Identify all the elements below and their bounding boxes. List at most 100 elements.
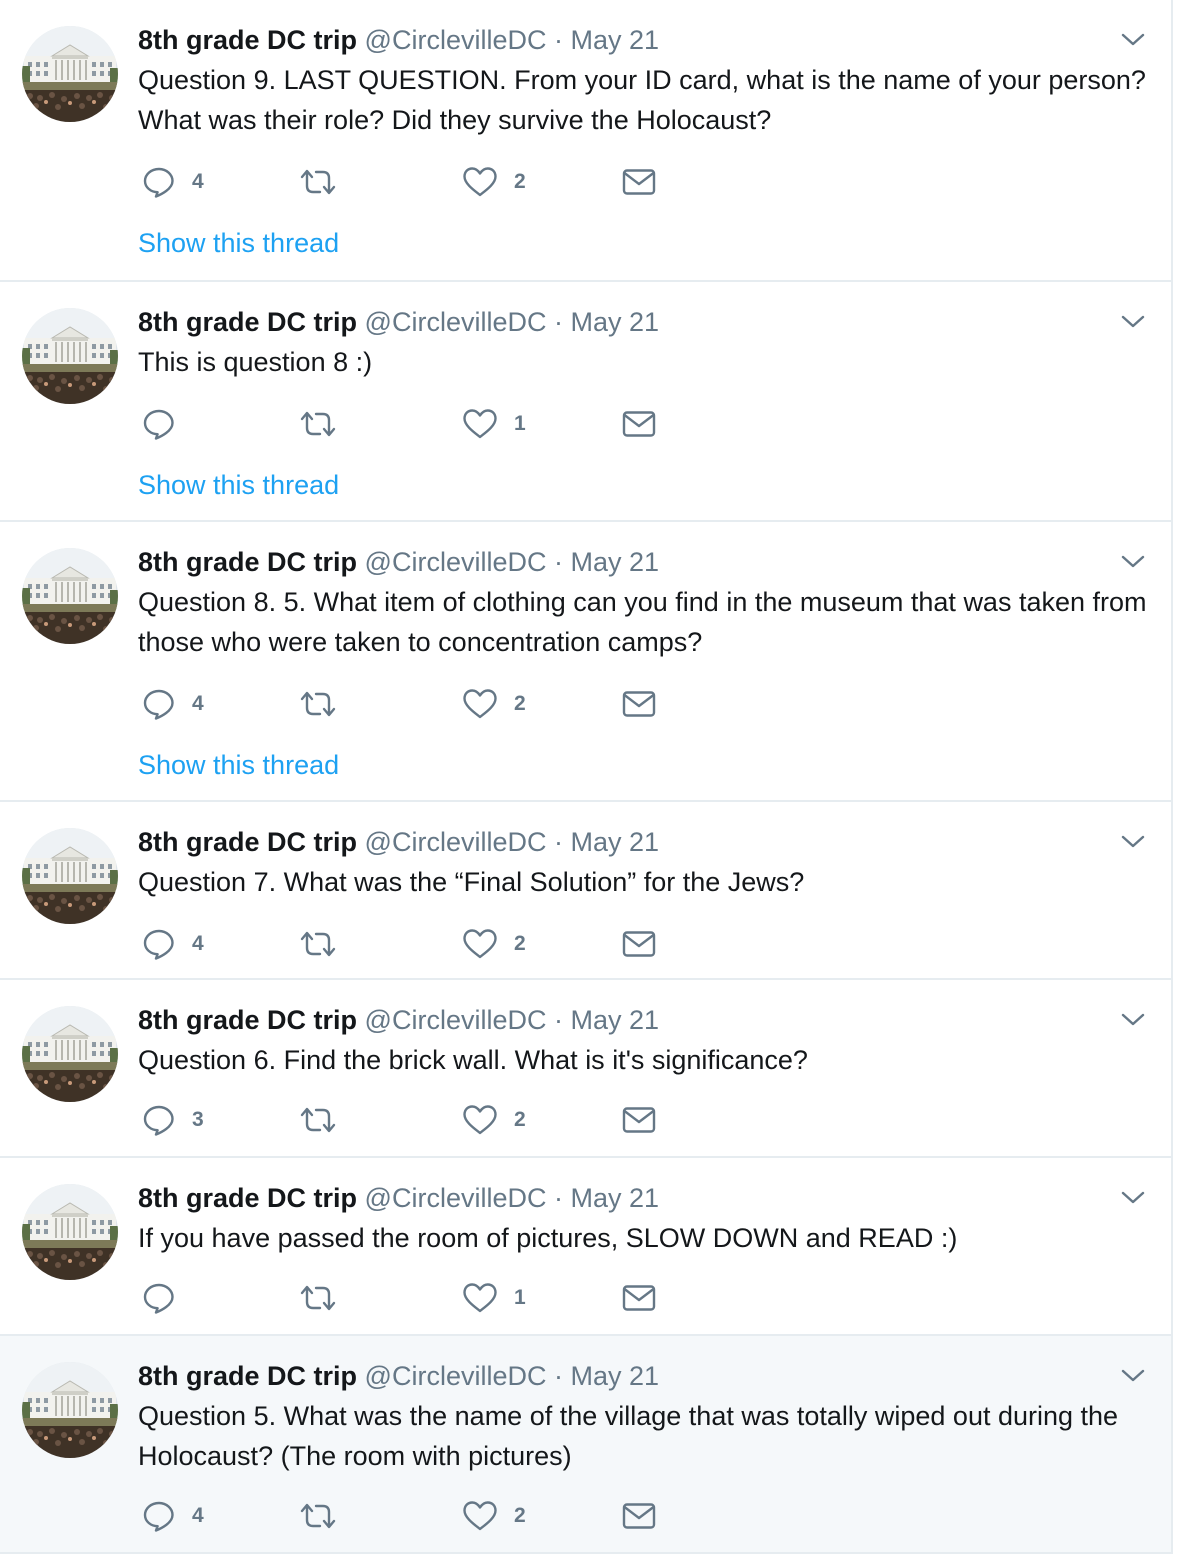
retweet-button[interactable]	[298, 1278, 354, 1318]
heart-icon	[462, 166, 498, 198]
author-name[interactable]: 8th grade DC trip	[138, 1361, 357, 1391]
like-count: 2	[514, 692, 526, 715]
tweet[interactable]: 8th grade DC trip @CirclevilleDC · May 2…	[0, 282, 1171, 522]
show-thread-link[interactable]: Show this thread	[138, 467, 339, 503]
chevron-down-icon[interactable]	[1120, 1366, 1146, 1386]
tweet[interactable]: 8th grade DC trip @CirclevilleDC · May 2…	[0, 802, 1171, 980]
reply-button[interactable]: 4	[142, 162, 204, 202]
like-button[interactable]: 2	[462, 1100, 526, 1140]
tweet[interactable]: 8th grade DC trip @CirclevilleDC · May 2…	[0, 522, 1171, 802]
heart-icon	[462, 1282, 498, 1314]
separator-dot: ·	[553, 1183, 563, 1213]
like-count: 2	[514, 1108, 526, 1131]
retweet-icon	[298, 928, 338, 960]
direct-message-button[interactable]	[622, 684, 656, 724]
tweet-header: 8th grade DC trip @CirclevilleDC · May 2…	[138, 1002, 659, 1038]
like-button[interactable]: 2	[462, 924, 526, 964]
heart-icon	[462, 408, 498, 440]
tweet-date[interactable]: May 21	[571, 25, 660, 55]
separator-dot: ·	[553, 827, 563, 857]
author-name[interactable]: 8th grade DC trip	[138, 25, 357, 55]
tweet-date[interactable]: May 21	[571, 1361, 660, 1391]
avatar[interactable]	[22, 26, 118, 122]
retweet-button[interactable]	[298, 684, 354, 724]
reply-icon	[142, 1103, 176, 1137]
avatar[interactable]	[22, 548, 118, 644]
chevron-down-icon[interactable]	[1120, 552, 1146, 572]
retweet-icon	[298, 688, 338, 720]
like-button[interactable]: 1	[462, 1278, 526, 1318]
tweet-date[interactable]: May 21	[571, 307, 660, 337]
tweet-actions: 3 2	[138, 1100, 738, 1140]
chevron-down-icon[interactable]	[1120, 30, 1146, 50]
reply-button[interactable]	[142, 1278, 192, 1318]
avatar[interactable]	[22, 1184, 118, 1280]
tweet-actions: 4 2	[138, 924, 738, 964]
chevron-down-icon[interactable]	[1120, 832, 1146, 852]
heart-icon	[462, 928, 498, 960]
reply-count: 4	[192, 1504, 204, 1527]
tweet-timeline: 8th grade DC trip @CirclevilleDC · May 2…	[0, 0, 1173, 1554]
like-count: 2	[514, 932, 526, 955]
reply-button[interactable]: 3	[142, 1100, 204, 1140]
tweet[interactable]: 8th grade DC trip @CirclevilleDC · May 2…	[0, 980, 1171, 1158]
show-thread-link[interactable]: Show this thread	[138, 747, 339, 783]
direct-message-button[interactable]	[622, 404, 656, 444]
reply-button[interactable]	[142, 404, 192, 444]
retweet-button[interactable]	[298, 924, 354, 964]
avatar[interactable]	[22, 828, 118, 924]
direct-message-button[interactable]	[622, 1278, 656, 1318]
author-name[interactable]: 8th grade DC trip	[138, 547, 357, 577]
avatar[interactable]	[22, 1006, 118, 1102]
author-name[interactable]: 8th grade DC trip	[138, 1183, 357, 1213]
avatar[interactable]	[22, 1362, 118, 1458]
like-button[interactable]: 2	[462, 162, 526, 202]
tweet[interactable]: 8th grade DC trip @CirclevilleDC · May 2…	[0, 0, 1171, 282]
author-name[interactable]: 8th grade DC trip	[138, 307, 357, 337]
reply-button[interactable]: 4	[142, 684, 204, 724]
author-handle[interactable]: @CirclevilleDC	[365, 25, 547, 55]
author-handle[interactable]: @CirclevilleDC	[365, 827, 547, 857]
like-button[interactable]: 2	[462, 1496, 526, 1536]
chevron-down-icon[interactable]	[1120, 1188, 1146, 1208]
envelope-icon	[622, 930, 656, 958]
reply-button[interactable]: 4	[142, 1496, 204, 1536]
tweet[interactable]: 8th grade DC trip @CirclevilleDC · May 2…	[0, 1336, 1171, 1554]
reply-count: 4	[192, 932, 204, 955]
retweet-button[interactable]	[298, 162, 354, 202]
direct-message-button[interactable]	[622, 1496, 656, 1536]
like-button[interactable]: 2	[462, 684, 526, 724]
avatar[interactable]	[22, 308, 118, 404]
author-handle[interactable]: @CirclevilleDC	[365, 1361, 547, 1391]
direct-message-button[interactable]	[622, 924, 656, 964]
reply-icon	[142, 165, 176, 199]
chevron-down-icon[interactable]	[1120, 312, 1146, 332]
author-handle[interactable]: @CirclevilleDC	[365, 547, 547, 577]
direct-message-button[interactable]	[622, 162, 656, 202]
heart-icon	[462, 1104, 498, 1136]
retweet-button[interactable]	[298, 404, 354, 444]
reply-button[interactable]: 4	[142, 924, 204, 964]
tweet[interactable]: 8th grade DC trip @CirclevilleDC · May 2…	[0, 1158, 1171, 1336]
tweet-date[interactable]: May 21	[571, 827, 660, 857]
tweet-actions: 4 2	[138, 1496, 738, 1536]
tweet-actions: 4 2	[138, 684, 738, 724]
author-name[interactable]: 8th grade DC trip	[138, 827, 357, 857]
reply-count: 3	[192, 1108, 204, 1131]
retweet-icon	[298, 1282, 338, 1314]
tweet-date[interactable]: May 21	[571, 1183, 660, 1213]
direct-message-button[interactable]	[622, 1100, 656, 1140]
retweet-button[interactable]	[298, 1100, 354, 1140]
like-button[interactable]: 1	[462, 404, 526, 444]
author-handle[interactable]: @CirclevilleDC	[365, 307, 547, 337]
author-handle[interactable]: @CirclevilleDC	[365, 1005, 547, 1035]
show-thread-link[interactable]: Show this thread	[138, 225, 339, 261]
tweet-date[interactable]: May 21	[571, 1005, 660, 1035]
retweet-button[interactable]	[298, 1496, 354, 1536]
tweet-date[interactable]: May 21	[571, 547, 660, 577]
envelope-icon	[622, 1284, 656, 1312]
author-name[interactable]: 8th grade DC trip	[138, 1005, 357, 1035]
chevron-down-icon[interactable]	[1120, 1010, 1146, 1030]
reply-count: 4	[192, 692, 204, 715]
author-handle[interactable]: @CirclevilleDC	[365, 1183, 547, 1213]
